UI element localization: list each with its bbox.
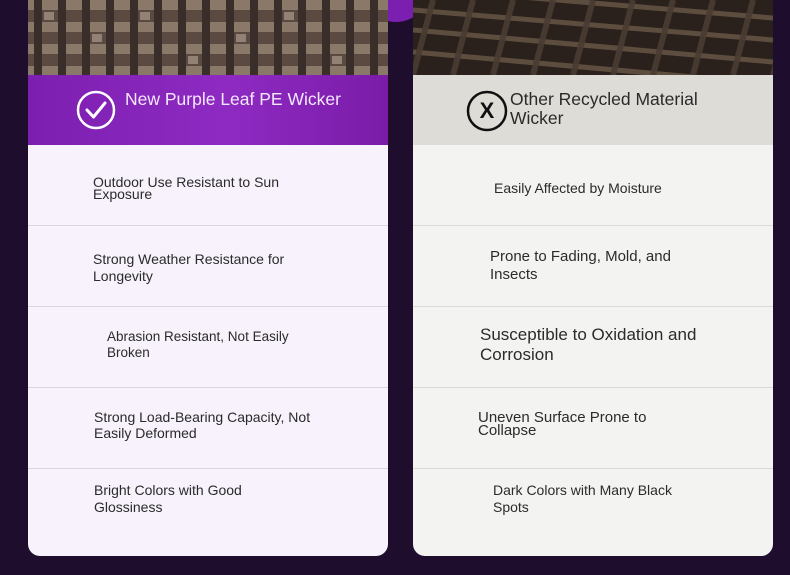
recycled-wicker-title: Other Recycled Material Wicker xyxy=(510,89,698,128)
list-item: Prone to Fading, Mold, and Insects xyxy=(413,226,773,307)
feature-text: Prone to Fading, Mold, and Insects xyxy=(490,248,671,283)
pe-wicker-photo xyxy=(28,0,388,75)
recycled-wicker-card: X Other Recycled Material Wicker Easily … xyxy=(413,0,773,556)
pe-wicker-title: New Purple Leaf PE Wicker xyxy=(125,89,341,109)
pe-wicker-header: New Purple Leaf PE Wicker xyxy=(28,75,388,145)
list-item: Bright Colors with Good Glossiness xyxy=(28,469,388,549)
feature-text: Uneven Surface Prone to Collapse xyxy=(478,409,647,439)
feature-text: Outdoor Use Resistant to Sun Exposure xyxy=(93,174,279,202)
pe-wicker-features: Outdoor Use Resistant to Sun Exposure St… xyxy=(28,145,388,549)
feature-text: Susceptible to Oxidation and Corrosion xyxy=(480,325,697,364)
pe-wicker-card: New Purple Leaf PE Wicker Outdoor Use Re… xyxy=(28,0,388,556)
list-item: Uneven Surface Prone to Collapse xyxy=(413,388,773,469)
feature-text: Easily Affected by Moisture xyxy=(494,180,662,196)
x-circle-icon: X xyxy=(466,90,508,132)
feature-text: Strong Weather Resistance for Longevity xyxy=(93,251,285,284)
recycled-wicker-photo xyxy=(413,0,773,75)
recycled-wicker-header: X Other Recycled Material Wicker xyxy=(413,75,773,145)
list-item: Susceptible to Oxidation and Corrosion xyxy=(413,307,773,388)
list-item: Strong Weather Resistance for Longevity xyxy=(28,226,388,307)
feature-text: Strong Load-Bearing Capacity, Not Easily… xyxy=(94,409,311,441)
list-item: Strong Load-Bearing Capacity, Not Easily… xyxy=(28,388,388,469)
feature-text: Dark Colors with Many Black Spots xyxy=(493,482,672,515)
feature-text: Abrasion Resistant, Not Easily Broken xyxy=(107,329,289,360)
feature-text: Bright Colors with Good Glossiness xyxy=(94,482,242,515)
svg-text:X: X xyxy=(480,98,495,123)
list-item: Outdoor Use Resistant to Sun Exposure xyxy=(28,145,388,226)
check-circle-icon xyxy=(76,90,116,130)
list-item: Dark Colors with Many Black Spots xyxy=(413,469,773,549)
recycled-wicker-features: Easily Affected by Moisture Prone to Fad… xyxy=(413,145,773,549)
list-item: Easily Affected by Moisture xyxy=(413,145,773,226)
list-item: Abrasion Resistant, Not Easily Broken xyxy=(28,307,388,388)
